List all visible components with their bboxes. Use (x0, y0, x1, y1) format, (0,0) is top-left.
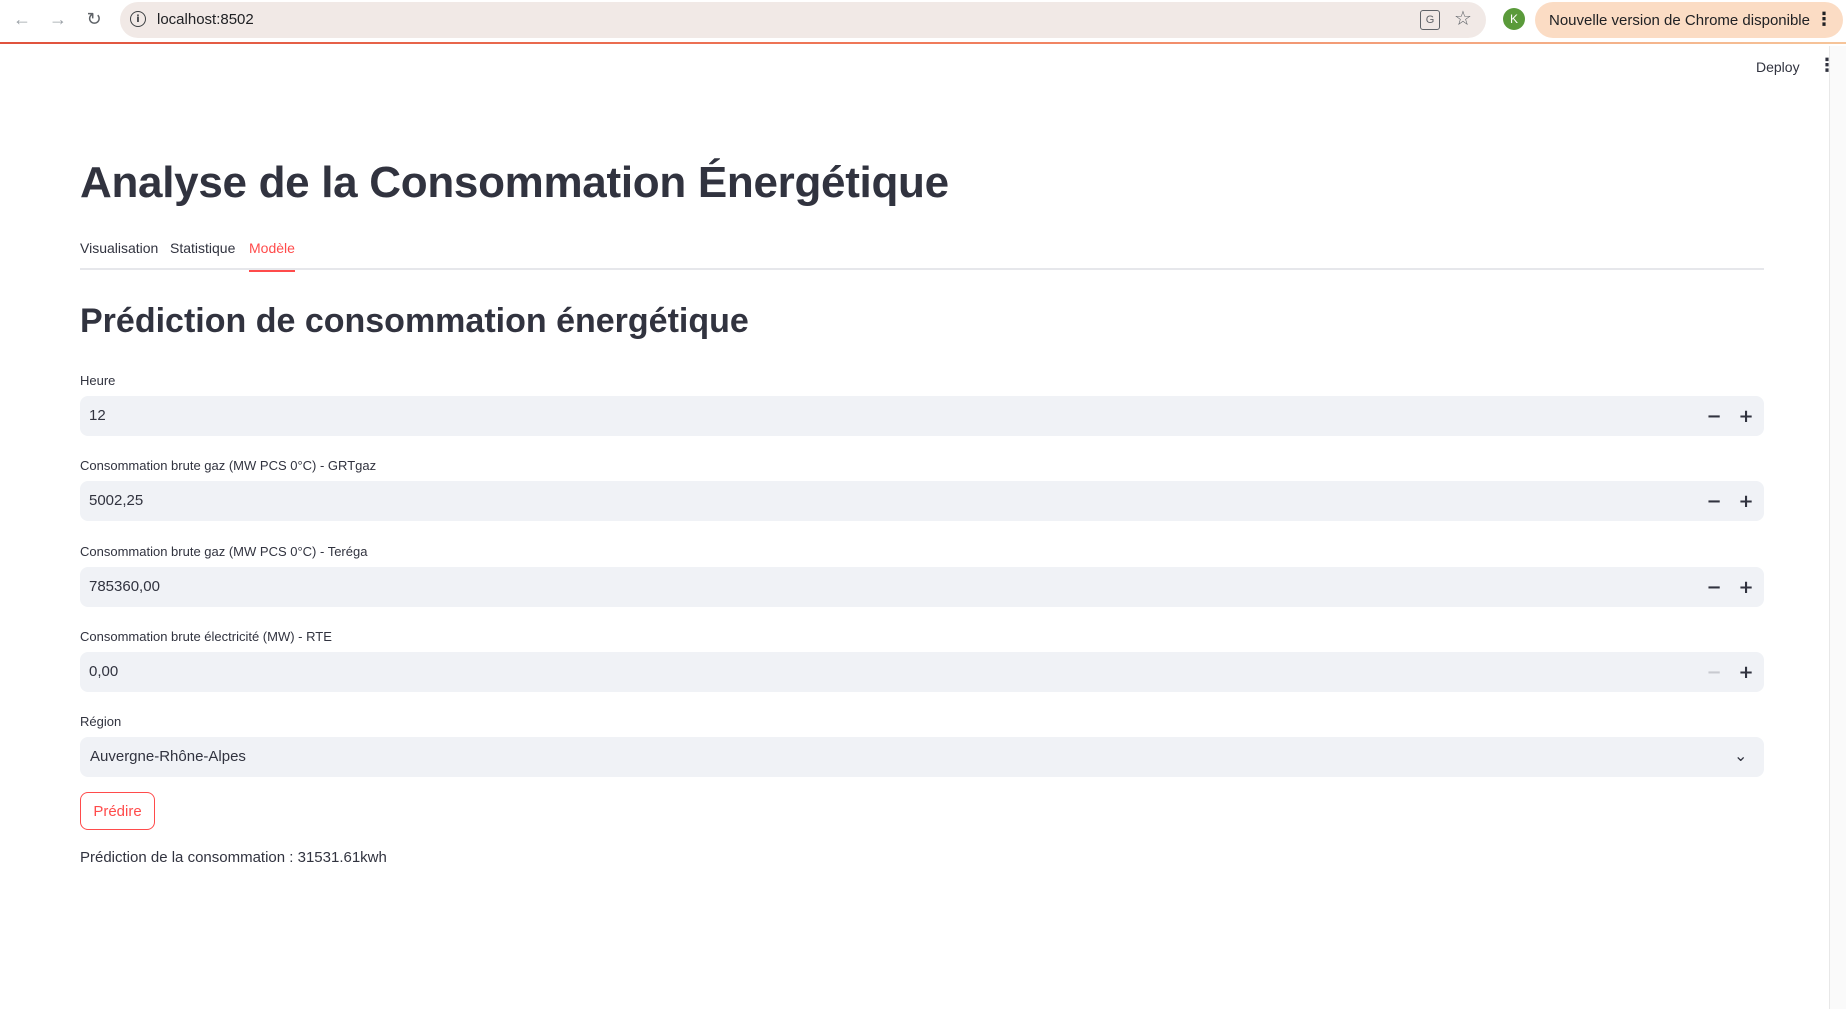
address-bar[interactable]: i localhost:8502 G ☆ (120, 2, 1486, 38)
page-title: Analyse de la Consommation Énergétique (80, 158, 949, 207)
grtgaz-decrement-button[interactable]: − (1702, 489, 1726, 513)
grtgaz-input[interactable]: 5002,25 − + (80, 481, 1764, 521)
url-text[interactable]: localhost:8502 (157, 11, 254, 28)
scrollbar[interactable] (1829, 46, 1846, 1009)
terega-label: Consommation brute gaz (MW PCS 0°C) - Te… (80, 544, 368, 559)
chrome-update-button[interactable]: Nouvelle version de Chrome disponible ⋮ (1535, 2, 1843, 38)
site-info-icon[interactable]: i (130, 11, 146, 27)
region-label: Région (80, 714, 122, 729)
prediction-result: Prédiction de la consommation : 31531.61… (80, 849, 387, 866)
back-arrow-icon[interactable]: ← (10, 7, 34, 31)
rte-label: Consommation brute électricité (MW) - RT… (80, 629, 332, 644)
bookmark-star-icon[interactable]: ☆ (1454, 6, 1472, 30)
chrome-menu-icon[interactable]: ⋮ (1815, 9, 1833, 30)
rte-input[interactable]: 0,00 − + (80, 652, 1764, 692)
grtgaz-increment-button[interactable]: + (1734, 489, 1758, 513)
terega-input[interactable]: 785360,00 − + (80, 567, 1764, 607)
reload-icon[interactable]: ↻ (82, 7, 106, 31)
tab-statistique[interactable]: Statistique (170, 240, 235, 270)
heure-value[interactable]: 12 (89, 407, 106, 424)
chrome-update-label: Nouvelle version de Chrome disponible (1549, 11, 1810, 29)
grtgaz-value[interactable]: 5002,25 (89, 492, 143, 509)
heure-increment-button[interactable]: + (1734, 404, 1758, 428)
profile-avatar[interactable]: K (1503, 8, 1525, 30)
heure-input[interactable]: 12 − + (80, 396, 1764, 436)
predict-button[interactable]: Prédire (80, 792, 155, 830)
tab-bar: Visualisation Statistique Modèle (80, 236, 1764, 272)
grtgaz-label: Consommation brute gaz (MW PCS 0°C) - GR… (80, 458, 377, 473)
browser-toolbar: ← → ↻ i localhost:8502 G ☆ K Nouvelle ve… (0, 0, 1846, 44)
heure-label: Heure (80, 373, 116, 388)
terega-decrement-button[interactable]: − (1702, 575, 1726, 599)
terega-value[interactable]: 785360,00 (89, 578, 160, 595)
chevron-down-icon[interactable]: ⌄ (1734, 746, 1747, 765)
rte-increment-button[interactable]: + (1734, 660, 1758, 684)
forward-arrow-icon[interactable]: → (46, 7, 70, 31)
tab-visualisation[interactable]: Visualisation (80, 240, 158, 270)
region-selected-value[interactable]: Auvergne-Rhône-Alpes (90, 748, 246, 765)
translate-icon[interactable]: G (1420, 10, 1440, 30)
rte-decrement-button[interactable]: − (1702, 660, 1726, 684)
section-title: Prédiction de consommation énergétique (80, 302, 749, 340)
terega-increment-button[interactable]: + (1734, 575, 1758, 599)
heure-decrement-button[interactable]: − (1702, 404, 1726, 428)
rte-value[interactable]: 0,00 (89, 663, 118, 680)
tab-modele[interactable]: Modèle (249, 240, 295, 272)
deploy-button[interactable]: Deploy (1750, 55, 1806, 79)
region-select[interactable]: Auvergne-Rhône-Alpes ⌄ (80, 737, 1764, 777)
